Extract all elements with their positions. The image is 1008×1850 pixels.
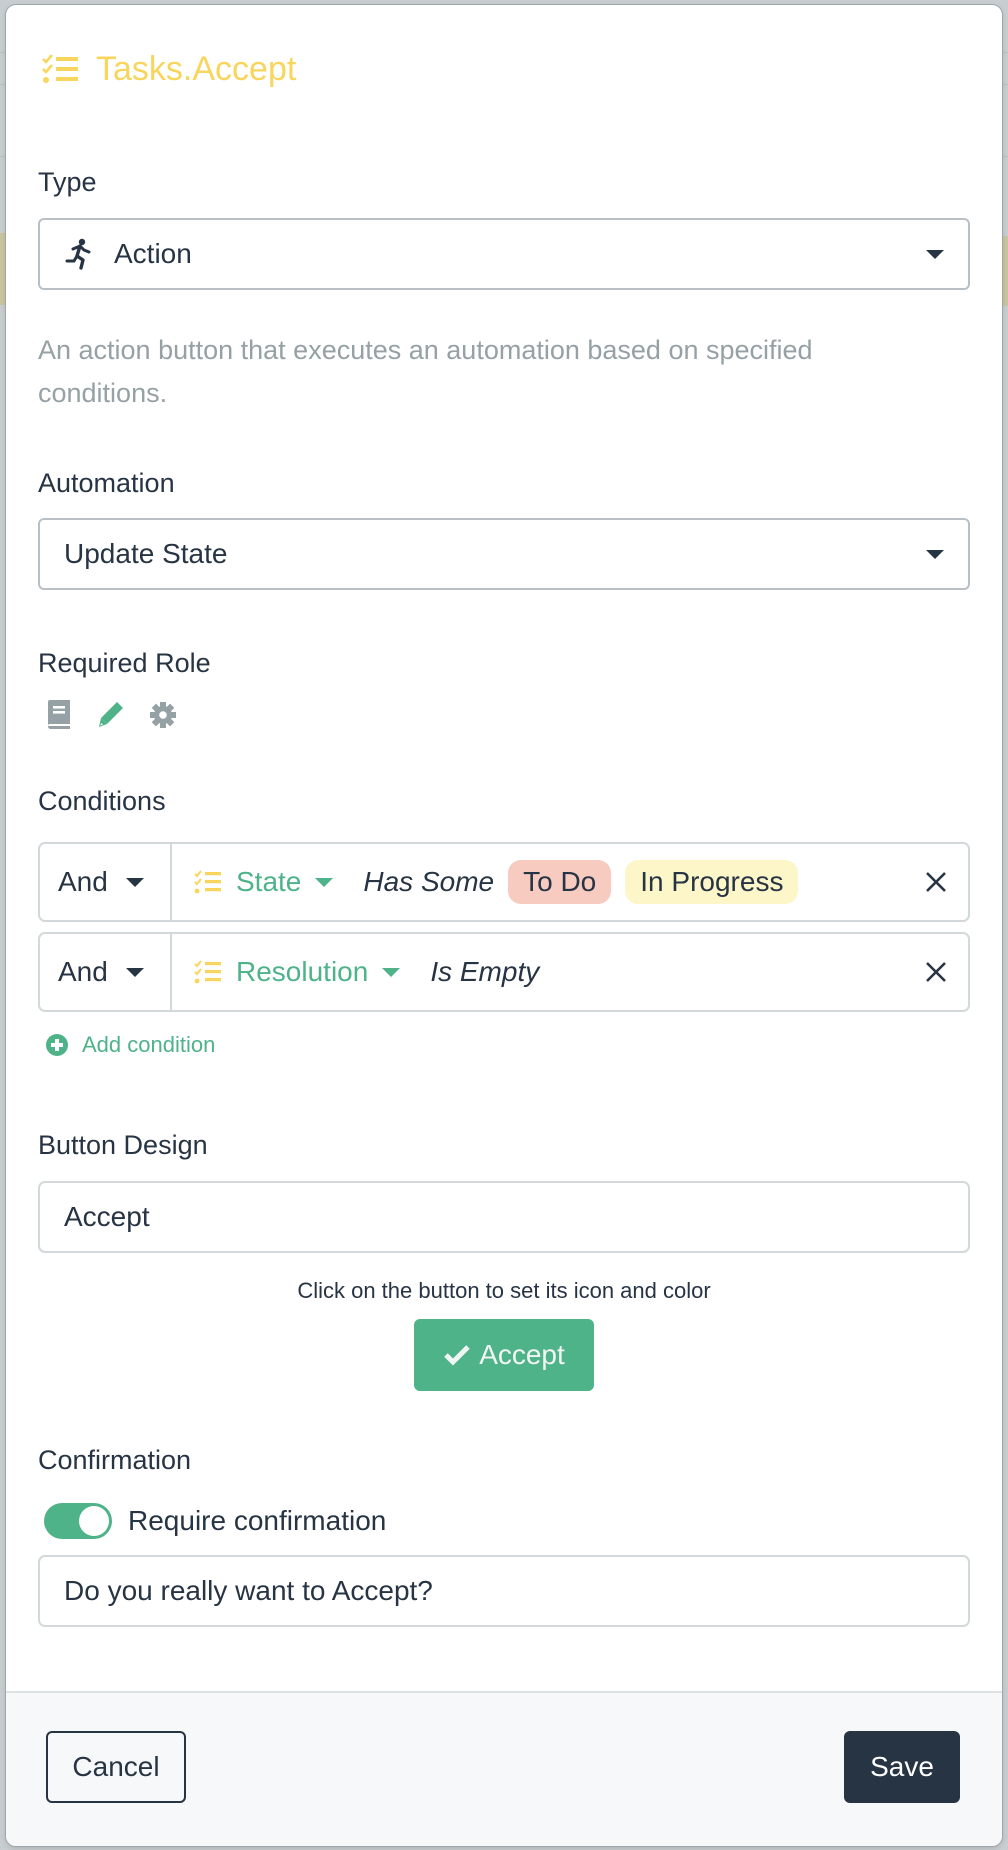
type-select[interactable]: Action: [38, 218, 970, 290]
running-person-icon: [65, 238, 91, 270]
cancel-button[interactable]: Cancel: [46, 1731, 186, 1803]
require-confirmation-toggle[interactable]: [44, 1503, 112, 1539]
condition-field-select[interactable]: Resolution: [172, 956, 401, 988]
check-icon: [444, 1345, 470, 1366]
type-label: Type: [38, 167, 97, 197]
chevron-down-icon: [125, 877, 144, 887]
save-button[interactable]: Save: [844, 1731, 960, 1803]
modal-title: Tasks.Accept: [42, 47, 296, 91]
automation-select[interactable]: Update State: [38, 518, 970, 590]
condition-operator[interactable]: Is Empty: [430, 956, 539, 988]
button-design-label: Button Design: [38, 1130, 208, 1160]
condition-value-tag[interactable]: In Progress: [625, 860, 799, 904]
add-condition-label: Add condition: [82, 1032, 216, 1057]
pencil-icon[interactable]: [96, 699, 126, 731]
tasks-list-icon: [194, 870, 221, 894]
button-label-input[interactable]: [38, 1181, 970, 1253]
chevron-down-icon: [315, 877, 334, 887]
close-icon[interactable]: [924, 960, 948, 984]
button-design-hint: Click on the button to set its icon and …: [297, 1278, 711, 1303]
confirmation-message-input[interactable]: [38, 1555, 970, 1627]
book-icon[interactable]: [44, 699, 74, 731]
type-description: An action button that executes an automa…: [38, 335, 813, 408]
condition-value-tag[interactable]: To Do: [508, 860, 612, 904]
plus-circle-icon: [46, 1034, 68, 1056]
condition-row: And Resolution Is Empty: [38, 932, 970, 1012]
add-condition-button[interactable]: Add condition: [46, 1032, 215, 1058]
condition-field-select[interactable]: State: [172, 866, 334, 898]
tasks-list-icon: [194, 960, 221, 984]
conjunction-value: And: [58, 866, 108, 897]
toggle-knob: [79, 1506, 109, 1536]
modal-title-text: Tasks.Accept: [96, 49, 297, 88]
condition-row: And State Has Some To Do In Progress: [38, 842, 970, 922]
button-preview-label: Accept: [479, 1339, 565, 1370]
close-icon[interactable]: [924, 870, 948, 894]
automation-select-value: Update State: [64, 538, 228, 569]
button-preview[interactable]: Accept: [414, 1319, 594, 1391]
required-role-picker: [44, 699, 178, 731]
type-select-value: Action: [114, 238, 192, 269]
condition-operator[interactable]: Has Some: [363, 866, 494, 898]
require-confirmation-label: Require confirmation: [128, 1505, 387, 1536]
require-confirmation-row: Require confirmation: [44, 1503, 386, 1539]
tasks-list-icon: [42, 54, 78, 83]
confirmation-label: Confirmation: [38, 1445, 192, 1475]
conditions-label: Conditions: [38, 786, 166, 816]
chevron-down-icon: [382, 967, 401, 977]
chevron-down-icon: [125, 967, 144, 977]
conjunction-value: And: [58, 956, 108, 987]
gear-icon[interactable]: [148, 699, 178, 731]
modal-footer: Cancel Save: [6, 1691, 1002, 1846]
conjunction-select[interactable]: And: [40, 844, 172, 920]
required-role-label: Required Role: [38, 648, 211, 678]
edit-button-modal: Tasks.Accept Type Action An action butto…: [6, 5, 1002, 1846]
automation-label: Automation: [38, 468, 175, 498]
conjunction-select[interactable]: And: [40, 934, 172, 1010]
condition-field-value: State: [236, 866, 302, 897]
chevron-down-icon: [926, 550, 944, 559]
condition-field-value: Resolution: [236, 956, 369, 987]
chevron-down-icon: [926, 250, 944, 259]
modal-body: Tasks.Accept Type Action An action butto…: [6, 5, 1002, 1691]
